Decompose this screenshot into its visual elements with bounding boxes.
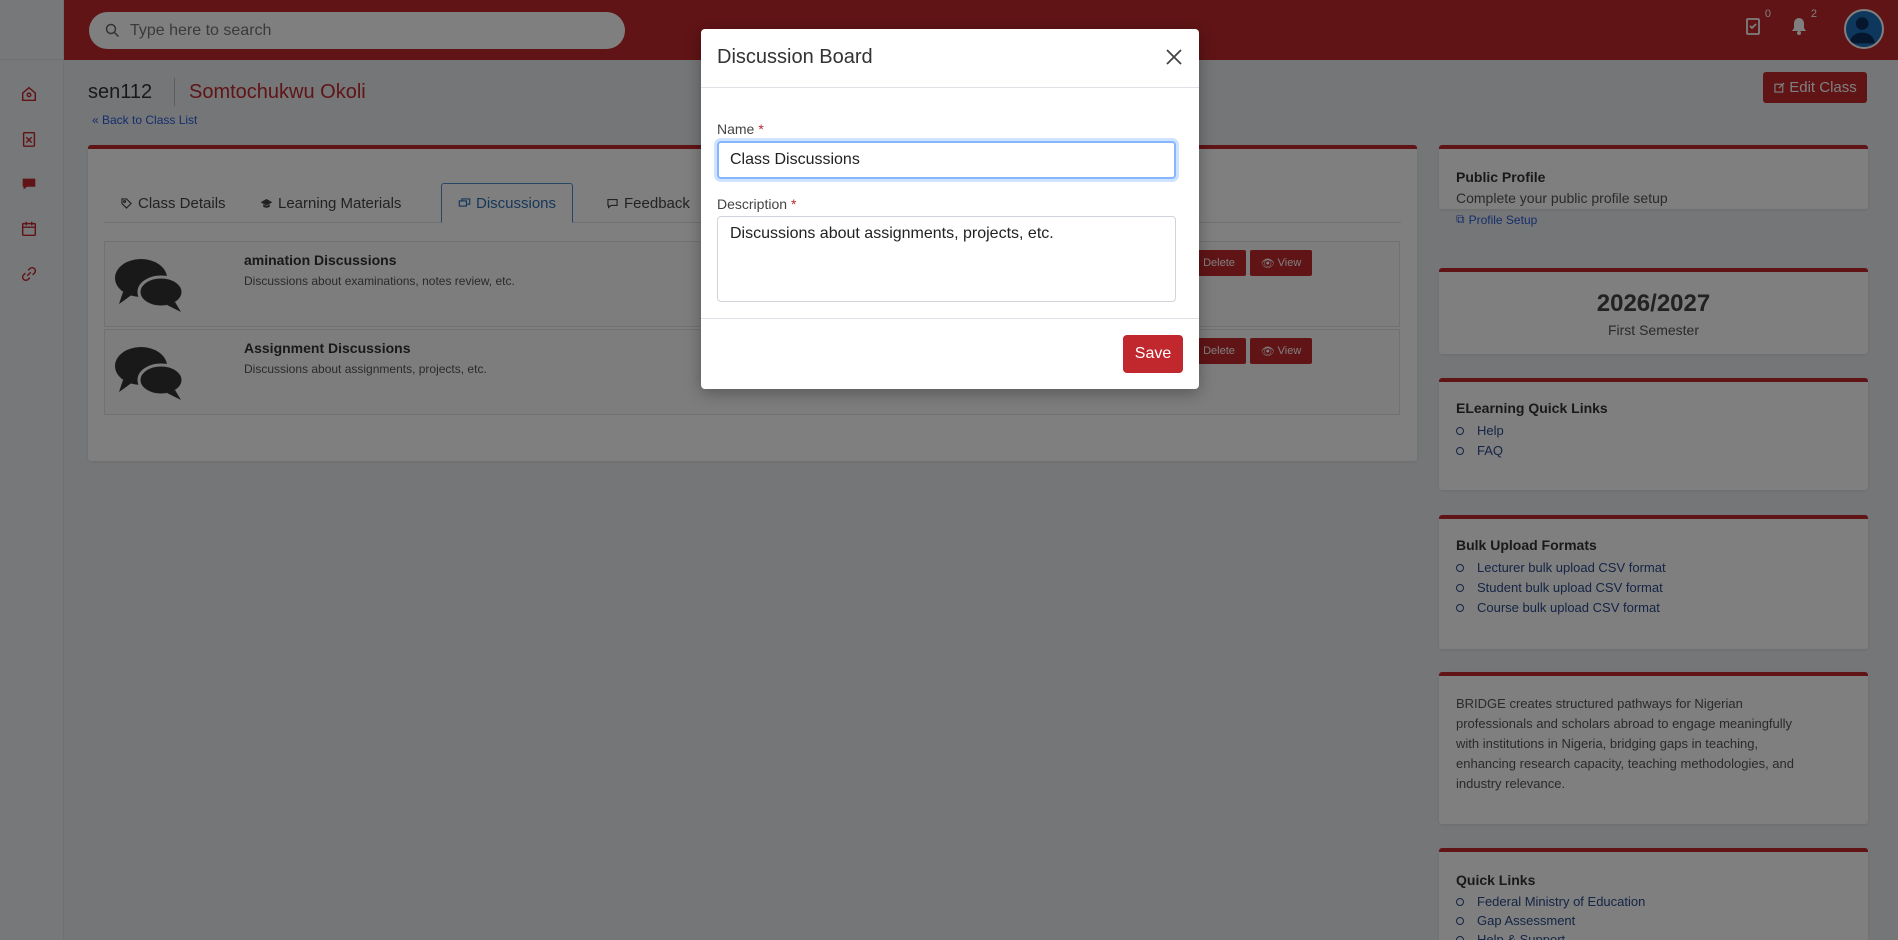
close-icon[interactable]	[1163, 46, 1185, 68]
save-button[interactable]: Save	[1123, 335, 1183, 373]
label-text: Name	[717, 121, 755, 137]
discussion-board-modal: Discussion Board Name* Description* Disc…	[701, 29, 1199, 389]
description-label: Description *	[717, 196, 796, 212]
name-label: Name *	[717, 121, 764, 137]
label-text: Description	[717, 196, 788, 212]
description-input[interactable]: Discussions about assignments, projects,…	[717, 216, 1176, 302]
required-mark: *	[791, 196, 797, 212]
name-input[interactable]	[717, 141, 1176, 179]
modal-footer: Save	[701, 318, 1199, 389]
modal-header: Discussion Board	[701, 29, 1199, 88]
required-mark: *	[758, 121, 764, 137]
modal-title: Discussion Board	[717, 46, 873, 68]
